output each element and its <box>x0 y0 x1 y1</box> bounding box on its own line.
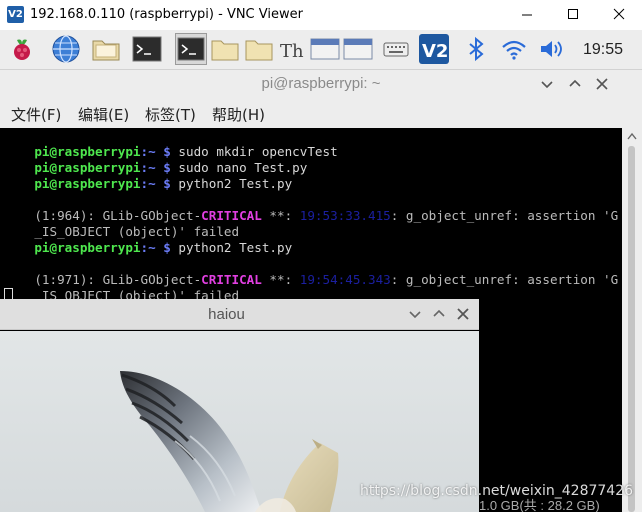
wifi-button[interactable] <box>498 33 530 65</box>
clock[interactable]: 19:55 <box>583 41 623 59</box>
image-maximize-button[interactable] <box>430 305 448 323</box>
taskbar-thonny-window[interactable]: Th <box>276 33 308 65</box>
minimize-button[interactable] <box>504 0 550 30</box>
terminal-launcher-button[interactable] <box>131 33 163 65</box>
taskbar-folder-window-1[interactable] <box>209 33 241 65</box>
maximize-button[interactable] <box>550 0 596 30</box>
keyboard-icon <box>383 42 409 57</box>
image-window-title: haiou <box>208 306 245 323</box>
taskbar-window-2[interactable] <box>342 33 374 65</box>
terminal-line: _IS_OBJECT (object)' failed <box>4 272 239 303</box>
watermark-text: https://blog.csdn.net/weixin_42877426 <box>360 483 634 499</box>
vnc-logo-icon: V2 <box>7 6 24 23</box>
file-manager-button[interactable] <box>90 33 122 65</box>
terminal-line: pi@raspberrypi:~ $ python2 Test.py <box>4 160 292 191</box>
svg-text:V2: V2 <box>422 41 448 62</box>
prompt-path: :~ $ <box>140 240 179 255</box>
chevron-up-icon <box>433 309 445 317</box>
chevron-down-icon <box>409 311 421 319</box>
error-message: : g_object_unref: assertion 'G <box>390 208 619 223</box>
terminal-maximize-button[interactable] <box>565 74 585 94</box>
error-separator: **: <box>261 272 300 287</box>
keyboard-button[interactable] <box>380 33 412 65</box>
menu-file[interactable]: 文件(F) <box>11 104 61 125</box>
taskbar-window-1[interactable] <box>309 33 341 65</box>
image-window: haiou <box>0 299 479 512</box>
terminal-scrollbar[interactable] <box>622 128 642 512</box>
svg-text:Th: Th <box>280 41 304 62</box>
close-button[interactable] <box>596 0 642 30</box>
bluetooth-icon <box>469 36 484 62</box>
vnc-titlebar: V2 192.168.0.110 (raspberrypi) - VNC Vie… <box>0 0 642 30</box>
terminal-line: pi@raspberrypi:~ $ python2 Test.py <box>4 224 292 255</box>
terminal-titlebar: pi@raspberrypi: ~ <box>0 70 642 98</box>
error-timestamp: 19:53:33.415 <box>299 208 391 223</box>
image-minimize-button[interactable] <box>406 305 424 323</box>
scrollbar-thumb[interactable] <box>628 146 635 512</box>
window-icon <box>343 38 373 60</box>
desktop-panel: Th V2 19:55 <box>0 30 642 70</box>
close-icon <box>457 308 469 320</box>
terminal-line: pi@raspberrypi:~ $ sudo nano Test.py <box>4 144 307 175</box>
error-separator: **: <box>261 208 300 223</box>
scroll-up-arrow-icon[interactable] <box>627 132 637 140</box>
terminal-error-line: (1:964): GLib-GObject-CRITICAL **: 19:53… <box>4 192 618 223</box>
close-icon <box>613 8 625 20</box>
raspberry-menu-button[interactable] <box>6 33 38 65</box>
raspberry-icon <box>14 39 30 60</box>
close-icon <box>596 78 608 90</box>
terminal-close-button[interactable] <box>592 74 612 94</box>
folder-icon <box>92 40 120 61</box>
wifi-icon <box>502 40 526 60</box>
prompt-user: pi@raspberrypi <box>34 240 141 255</box>
web-browser-button[interactable] <box>50 33 82 65</box>
vnc-window-title: 192.168.0.110 (raspberrypi) - VNC Viewer <box>30 7 303 22</box>
folder-icon <box>245 40 273 61</box>
prompt-path: :~ $ <box>140 176 179 191</box>
terminal-line: pi@raspberrypi:~ $ sudo mkdir opencvTest <box>4 128 337 159</box>
image-close-button[interactable] <box>454 305 472 323</box>
thonny-icon: Th <box>280 41 304 62</box>
taskbar-terminal-window[interactable] <box>175 33 207 65</box>
vnc-server-button[interactable]: V2 <box>418 33 450 65</box>
globe-icon <box>52 35 80 63</box>
terminal-menubar: 文件(F) 编辑(E) 标签(T) 帮助(H) <box>0 98 642 128</box>
prompt-user: pi@raspberrypi <box>34 176 141 191</box>
terminal-line: _IS_OBJECT (object)' failed <box>4 208 239 239</box>
terminal-error-line: (1:971): GLib-GObject-CRITICAL **: 19:54… <box>4 256 618 287</box>
terminal-icon <box>132 36 162 62</box>
folder-icon <box>211 40 239 61</box>
error-message: : g_object_unref: assertion 'G <box>390 272 619 287</box>
terminal-minimize-button[interactable] <box>537 74 557 94</box>
window-icon <box>310 38 340 60</box>
taskbar-folder-window-2[interactable] <box>243 33 275 65</box>
command-text: python2 Test.py <box>178 176 293 191</box>
menu-edit[interactable]: 编辑(E) <box>78 104 129 125</box>
error-timestamp: 19:54:45.343 <box>299 272 391 287</box>
volume-icon <box>541 41 562 57</box>
minimize-icon <box>522 14 532 16</box>
terminal-icon <box>177 37 205 61</box>
image-window-titlebar[interactable]: haiou <box>0 299 479 330</box>
vnc-icon: V2 <box>419 34 449 64</box>
menu-help[interactable]: 帮助(H) <box>212 104 265 125</box>
terminal-title: pi@raspberrypi: ~ <box>261 75 381 92</box>
volume-button[interactable] <box>536 33 568 65</box>
chevron-down-icon <box>541 81 553 89</box>
bluetooth-button[interactable] <box>460 33 492 65</box>
maximize-icon <box>568 9 578 19</box>
chevron-up-icon <box>569 79 581 87</box>
menu-tabs[interactable]: 标签(T) <box>145 104 196 125</box>
command-text: python2 Test.py <box>178 240 293 255</box>
